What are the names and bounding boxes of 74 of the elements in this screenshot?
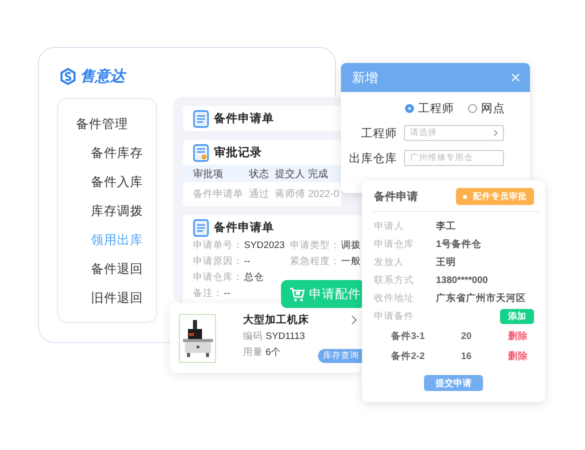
column-header: 提交人 [275,168,306,180]
field-label: 申请仓库： [193,272,243,284]
card-title: 备件申请单 [214,111,274,126]
field-value: -- [224,288,230,300]
document-icon [193,144,209,162]
field-label: 申请单号： [193,240,243,252]
chevron-icon[interactable] [351,315,357,325]
product-name: 大型加工机床 [243,313,309,327]
radio-option[interactable]: 网点 [468,101,505,116]
input-field[interactable]: 广州维修专用仓 [404,150,504,166]
field-label: 紧急程度： [290,256,340,268]
select-field[interactable]: 请选择 [404,125,504,141]
sidebar-item[interactable]: 备件入库 [58,173,156,191]
field-label: 用量 [243,347,263,358]
field-label: 申请类型： [290,240,340,252]
field-value: -- [244,256,250,268]
submit-button[interactable]: 提交申请 [424,375,483,391]
field-value: 总仓 [244,272,264,284]
table-cell-text: 蒋师傅 [275,188,306,201]
field-value: SYD2023 [244,240,285,252]
field-label: 收件地址 [374,292,415,305]
field-value: 广东省广州市天河区 [436,292,526,305]
card-title: 备件申请单 [214,220,274,235]
chevron-icon [493,129,498,137]
field-label: 备注： [193,288,223,300]
column-header: 状态 [249,168,270,180]
field-value: 1380****000 [436,275,488,286]
sidebar-item[interactable]: 备件退回 [58,260,156,278]
dialog-title: 新增 [352,68,378,86]
part-quantity: 16 [461,351,473,362]
field-value: 6个 [266,347,281,358]
field-value: SYD1113 [266,331,305,342]
table-cell-text: 通过 [249,188,270,201]
column-header: 完成 [308,168,329,180]
logo-icon [60,68,76,84]
table-cell-text: 2022-0 [308,188,340,200]
column-header: 审批项 [193,168,224,180]
field-value: 李工 [436,220,456,233]
stock-query-button[interactable]: 库存查询 [318,349,364,363]
table-cell-text: 备件申请单 [193,188,244,201]
app-logo: 售意达 [80,66,125,86]
field-value: 一般 [341,256,361,268]
sidebar-item[interactable]: 备件库存 [58,144,156,162]
field-label: 申请仓库 [374,238,415,251]
field-label: 出库仓库 [348,151,397,166]
close-icon[interactable] [511,73,520,82]
field-value: 1号备件仓 [436,238,482,251]
field-label: 工程师 [360,126,397,140]
radio-option[interactable]: 工程师 [405,101,454,116]
part-name: 备件3-1 [391,330,426,343]
delete-link[interactable]: 删除 [508,330,528,343]
field-label: 发放人 [374,256,405,269]
field-value: 王明 [436,256,456,269]
sidebar-group[interactable]: 备件管理 [58,115,156,133]
sidebar-item[interactable]: 领用出库 [58,231,156,249]
delete-link[interactable]: 删除 [508,350,528,363]
document-icon [193,110,209,128]
field-label: 联系方式 [374,274,415,287]
card-title: 备件申请 [374,190,418,204]
part-name: 备件2-2 [391,350,426,363]
apply-parts-button[interactable]: 申请配件 [281,280,365,308]
sidebar-item[interactable]: 旧件退回 [58,289,156,307]
field-label: 申请原因： [193,256,243,268]
status-badge: 配件专员审批 [456,188,534,205]
part-quantity: 20 [461,331,473,342]
field-label: 申请人 [374,220,405,233]
sidebar-item[interactable]: 库存调拨 [58,202,156,220]
card-title: 审批记录 [214,145,262,160]
add-button[interactable]: 添加 [500,309,534,324]
field-value: 调拨 [341,240,361,252]
field-label: 申请备件 [374,310,415,323]
cart-icon [289,286,305,302]
field-label: 编码 [243,331,263,342]
document-icon [193,218,209,236]
